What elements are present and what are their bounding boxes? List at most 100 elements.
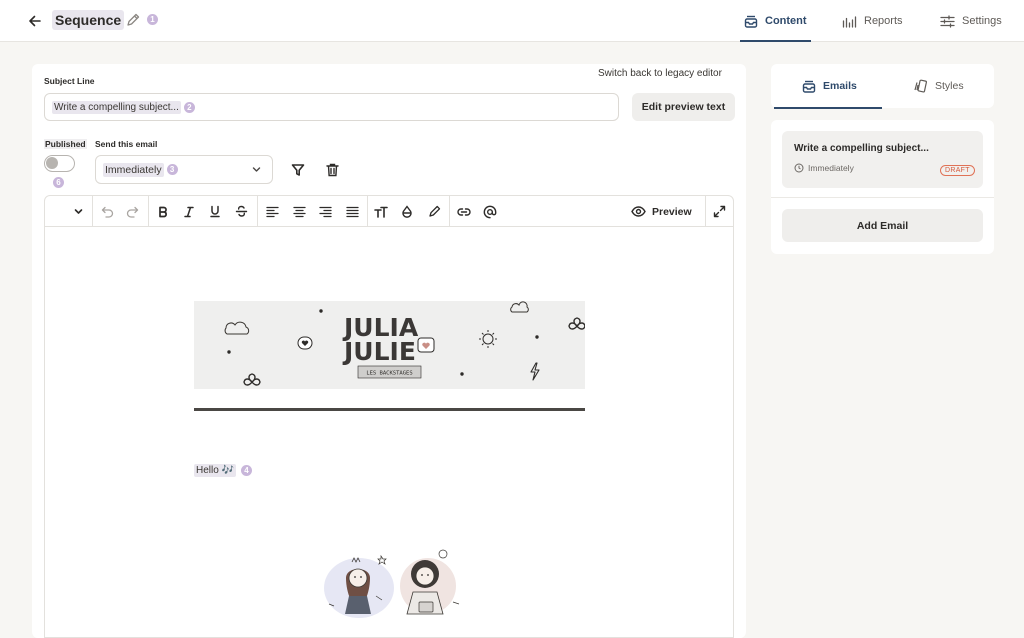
subject-line-label: Subject Line bbox=[44, 76, 95, 86]
link-icon bbox=[457, 207, 471, 216]
redo-icon bbox=[126, 206, 138, 218]
heart-bubble-icon bbox=[297, 336, 313, 350]
eye-icon bbox=[631, 206, 646, 217]
formatting-toolbar: Preview bbox=[45, 196, 733, 227]
clock-icon bbox=[794, 163, 804, 173]
email-card-schedule-text: Immediately bbox=[808, 163, 854, 173]
align-right-icon bbox=[318, 206, 332, 217]
undo-icon bbox=[101, 206, 113, 218]
align-center-icon bbox=[292, 206, 306, 217]
italic-icon bbox=[184, 206, 194, 217]
published-label: Published bbox=[44, 139, 87, 149]
highlighter-icon bbox=[428, 205, 440, 217]
send-email-label: Send this email bbox=[95, 139, 158, 149]
tab-emails[interactable]: Emails bbox=[802, 64, 857, 108]
mention-button[interactable] bbox=[479, 201, 501, 222]
at-sign-icon bbox=[483, 205, 497, 218]
tab-settings-label: Settings bbox=[962, 15, 1002, 27]
illustration-image bbox=[324, 549, 460, 618]
published-toggle[interactable] bbox=[44, 155, 75, 172]
annotation-marker: 3 bbox=[166, 164, 178, 175]
subject-line-input[interactable]: Write a compelling subject... 2 bbox=[44, 93, 619, 121]
logo-line-2: JULIE bbox=[342, 337, 416, 366]
divider-line bbox=[194, 408, 585, 411]
undo-button[interactable] bbox=[96, 201, 118, 222]
send-timing-value: Immediately bbox=[103, 162, 164, 177]
email-list-panel: Write a compelling subject... Immediatel… bbox=[771, 120, 994, 254]
tab-styles-label: Styles bbox=[935, 80, 964, 92]
chevron-down-icon bbox=[252, 167, 261, 172]
expand-icon bbox=[713, 205, 725, 218]
edit-title-button[interactable] bbox=[125, 12, 141, 28]
arrow-left-icon bbox=[29, 15, 41, 27]
send-timing-select[interactable]: Immediately 3 bbox=[95, 155, 273, 184]
text-color-button[interactable] bbox=[396, 201, 418, 222]
annotation-marker: 2 bbox=[183, 101, 195, 113]
font-size-button[interactable] bbox=[370, 201, 392, 222]
edit-preview-text-button[interactable]: Edit preview text bbox=[632, 93, 735, 121]
subject-line-value: Write a compelling subject... bbox=[52, 100, 181, 114]
heart-bubble-icon bbox=[417, 337, 435, 353]
chart-icon bbox=[842, 15, 857, 28]
draft-status-badge: DRAFT bbox=[940, 165, 975, 176]
bold-button[interactable] bbox=[152, 201, 174, 222]
tab-content-label: Content bbox=[765, 15, 807, 27]
align-right-button[interactable] bbox=[314, 201, 336, 222]
email-card-title: Write a compelling subject... bbox=[794, 143, 929, 154]
underline-button[interactable] bbox=[204, 201, 226, 222]
filter-button[interactable] bbox=[288, 160, 308, 180]
annotation-marker: 6 bbox=[53, 177, 64, 188]
tab-reports[interactable]: Reports bbox=[842, 0, 903, 42]
strikethrough-button[interactable] bbox=[230, 201, 252, 222]
highlight-button[interactable] bbox=[423, 201, 445, 222]
delete-button[interactable] bbox=[322, 160, 342, 180]
align-justify-icon bbox=[345, 206, 359, 217]
chevron-down-icon bbox=[74, 209, 82, 214]
tab-reports-label: Reports bbox=[864, 15, 903, 27]
email-card[interactable]: Write a compelling subject... Immediatel… bbox=[782, 131, 983, 188]
align-left-icon bbox=[265, 206, 279, 217]
greeting-paragraph[interactable]: Hello 🎶 4 bbox=[194, 464, 253, 477]
avatar-illustration[interactable] bbox=[321, 546, 471, 626]
sequence-title[interactable]: Sequence bbox=[52, 10, 125, 30]
tab-emails-label: Emails bbox=[823, 80, 857, 92]
top-bar: Sequence 1 Content Reports Settings bbox=[0, 0, 1024, 42]
sliders-icon bbox=[940, 14, 955, 28]
bold-icon bbox=[159, 206, 167, 217]
back-button[interactable] bbox=[24, 10, 46, 32]
align-left-button[interactable] bbox=[261, 201, 283, 222]
expand-editor-button[interactable] bbox=[708, 201, 730, 222]
align-center-button[interactable] bbox=[288, 201, 310, 222]
block-type-dropdown[interactable] bbox=[67, 201, 89, 222]
logo-subtitle: LES BACKSTAGES bbox=[366, 371, 412, 377]
active-tab-underline bbox=[774, 107, 882, 109]
strikethrough-icon bbox=[235, 205, 247, 217]
banner-illustration: JULIA JULIE LES BACKSTAGES bbox=[194, 301, 585, 389]
tab-styles[interactable]: Styles bbox=[913, 64, 964, 108]
trash-icon bbox=[325, 163, 339, 177]
tab-content[interactable]: Content bbox=[740, 0, 811, 42]
julia-julie-banner[interactable]: JULIA JULIE LES BACKSTAGES bbox=[194, 301, 585, 389]
pencil-icon bbox=[127, 13, 140, 26]
align-justify-button[interactable] bbox=[341, 201, 363, 222]
toggle-knob bbox=[46, 157, 58, 169]
link-button[interactable] bbox=[453, 201, 475, 222]
italic-button[interactable] bbox=[178, 201, 200, 222]
text-size-icon bbox=[374, 206, 388, 218]
tab-settings[interactable]: Settings bbox=[940, 0, 1002, 42]
sidebar-tabs: Emails Styles bbox=[771, 64, 994, 108]
mail-stack-icon bbox=[802, 80, 816, 93]
redo-button[interactable] bbox=[121, 201, 143, 222]
inbox-icon bbox=[744, 15, 758, 28]
divider bbox=[771, 197, 994, 198]
annotation-marker: 1 bbox=[147, 14, 158, 25]
greeting-text: Hello 🎶 bbox=[194, 464, 237, 477]
legacy-editor-link[interactable]: Switch back to legacy editor bbox=[592, 64, 728, 84]
email-body-editor[interactable]: Preview JULIA JULIE LES BACKSTAGES Hello… bbox=[44, 195, 734, 638]
brush-icon bbox=[914, 79, 927, 93]
add-email-button[interactable]: Add Email bbox=[782, 209, 983, 242]
color-drop-icon bbox=[402, 205, 412, 218]
preview-button[interactable]: Preview bbox=[631, 201, 692, 222]
underline-icon bbox=[210, 205, 220, 218]
preview-label: Preview bbox=[652, 205, 692, 218]
